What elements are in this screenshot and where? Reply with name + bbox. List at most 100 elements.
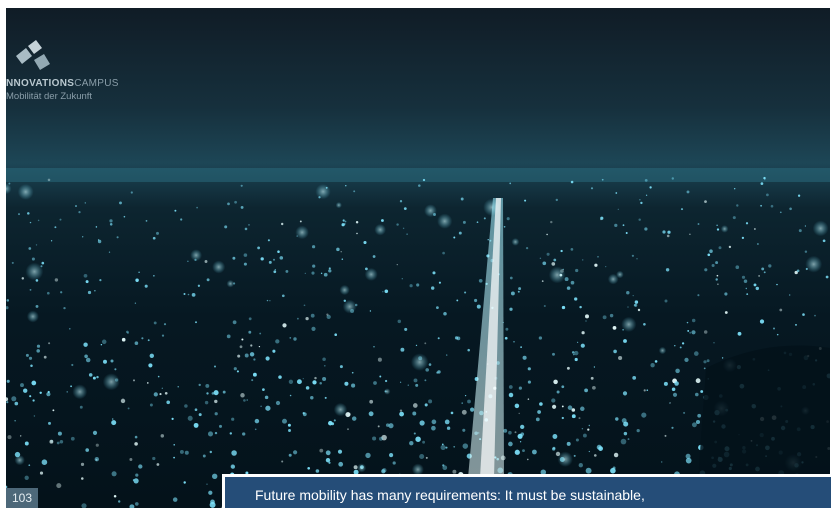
city-light [187,260,189,262]
city-light [368,411,374,417]
city-light [724,311,728,314]
city-light [627,306,629,308]
city-light [646,389,649,392]
city-light [413,378,418,383]
city-light [601,178,604,181]
city-light [83,342,88,347]
city-light [264,395,269,400]
city-light [526,458,529,461]
city-light [632,294,634,297]
city-light [132,479,135,481]
city-light [623,421,629,427]
city-light [275,400,281,406]
city-light [476,221,479,224]
city-light [686,321,689,324]
city-light [671,387,676,392]
city-light-glow [17,184,34,200]
city-light [369,310,372,312]
city-light [254,418,260,424]
city-light [32,399,35,402]
city-light [111,418,114,420]
horizon-glow [6,168,830,182]
city-light [644,179,648,182]
city-light [237,354,241,358]
city-light [552,404,557,409]
city-light [30,364,33,368]
city-light [177,386,179,388]
city-light [638,218,641,221]
city-light [585,467,592,474]
city-light [566,366,570,370]
city-light [576,341,579,344]
city-light [605,265,607,268]
city-light [571,351,575,354]
city-light [78,210,81,214]
city-light [207,431,214,437]
innovations-campus-logo: NNOVATIONSCAMPUS Mobilität der Zukunft [6,38,136,108]
city-light [384,289,389,294]
city-light [25,353,29,357]
city-light [312,245,316,249]
city-light [183,292,186,296]
city-light [262,388,265,391]
city-light [33,415,36,417]
city-light [23,388,28,393]
city-light [54,226,57,229]
city-light [95,443,99,447]
city-light-glow [511,238,520,246]
city-light [214,399,218,404]
city-light [445,446,448,449]
city-light [303,304,306,307]
city-light [213,390,219,396]
city-light [36,349,40,353]
city-light [314,376,317,380]
city-light [242,432,246,436]
city-light [147,382,149,384]
city-light [575,268,579,273]
city-light [703,360,707,364]
city-light [551,262,556,266]
city-light [226,334,231,339]
city-light [636,258,638,260]
city-light [351,416,357,421]
city-light [822,239,826,243]
city-light [539,402,543,406]
city-light [296,317,299,320]
logo-name-light: CAMPUS [74,78,119,89]
city-light [721,357,724,359]
city-light-glow [658,346,667,355]
city-light [522,449,525,453]
city-light [407,384,409,386]
city-light [6,299,10,302]
city-light [293,337,297,341]
city-light [84,354,88,359]
city-light [683,411,686,414]
city-light [755,286,760,291]
city-light [265,405,271,411]
city-light [344,220,347,223]
city-light [293,450,298,455]
city-light [438,281,441,284]
city-light [597,255,599,258]
city-light [338,461,344,467]
city-light [302,377,304,380]
city-light [99,279,102,282]
city-light-glow [621,316,637,332]
city-light [210,499,215,505]
city-light [763,176,766,180]
city-light [184,404,188,408]
city-light [746,293,749,295]
city-light [776,283,778,286]
city-light [622,224,625,227]
city-light [520,424,525,430]
city-light [206,392,209,395]
city-light [278,375,282,379]
city-light [88,373,93,377]
city-light [340,251,342,253]
city-light [35,304,39,308]
city-light [377,357,382,362]
city-light [37,219,40,222]
city-light [130,191,133,194]
city-light [299,220,302,223]
city-light [640,201,643,205]
